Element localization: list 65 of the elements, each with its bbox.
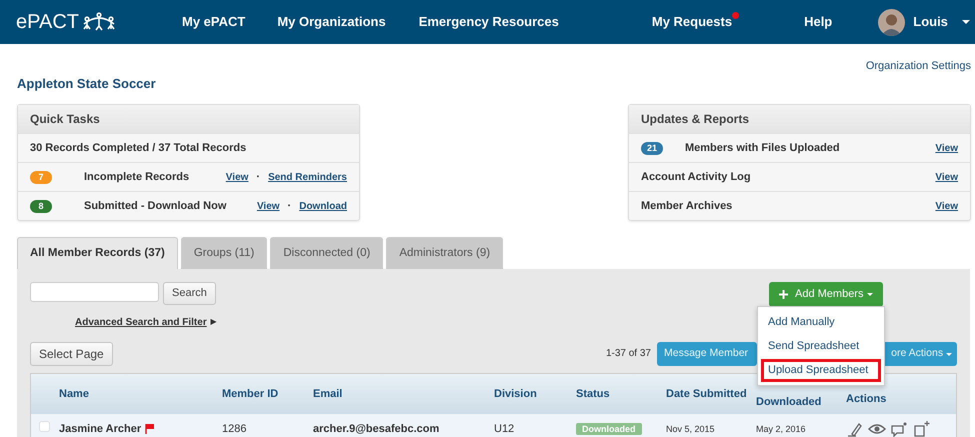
settings-link[interactable]: Organization Settings [866, 58, 971, 104]
column-header[interactable]: Email [313, 386, 494, 402]
nav-link[interactable]: Help [804, 12, 832, 32]
task-label: Submitted - Download Now [84, 198, 226, 214]
avatar[interactable] [878, 8, 906, 36]
search-button[interactable]: Search [163, 282, 216, 305]
nav-link[interactable]: Emergency Resources [418, 12, 559, 32]
pencil-icon[interactable] [846, 420, 864, 437]
advanced-search-link[interactable]: Advanced Search and Filter [75, 314, 207, 330]
member-name: Jasmine Archer [59, 422, 142, 436]
tab[interactable]: Disconnected (0) [270, 237, 384, 270]
count-badge: 7 [30, 170, 52, 184]
column-header[interactable]: Status [576, 386, 666, 402]
nav-link[interactable]: My Organizations [277, 12, 386, 32]
caret-icon [946, 352, 952, 356]
column-header[interactable]: Division [494, 386, 576, 402]
triangle-icon: ▶ [210, 316, 217, 328]
figures-icon [80, 12, 117, 32]
task-link[interactable]: Send Reminders [268, 170, 347, 184]
column-header[interactable]: Date Submitted [666, 386, 756, 402]
task-label: Incomplete Records [84, 170, 190, 185]
nav-link[interactable]: My ePACT [182, 12, 246, 32]
status-badge: Downloaded [576, 422, 642, 434]
brand-logo[interactable]: ePACT [16, 7, 79, 37]
email-address: archer.9@besafebc.com [313, 422, 440, 434]
view-link[interactable]: View [935, 198, 958, 214]
column-header[interactable]: Actions [846, 380, 946, 407]
summary-text: 30 Records Completed / 37 Total Records [30, 140, 246, 156]
task-link[interactable]: View [256, 198, 280, 214]
report-label: Member Archives [641, 198, 732, 214]
view-link[interactable]: View [935, 170, 958, 184]
column-header[interactable]: Name [59, 386, 222, 402]
caret-icon [866, 292, 873, 296]
user-name[interactable]: Louis [913, 12, 948, 32]
date-submitted: Nov 5, 2015 [666, 424, 715, 434]
comment-icon[interactable] [890, 420, 908, 437]
division: U12 [494, 422, 514, 434]
row-checkbox[interactable] [39, 420, 50, 432]
date-downloaded: May 2, 2016 [756, 424, 806, 434]
count-badge: 21 [641, 142, 663, 154]
nav-link[interactable]: My Requests [652, 12, 732, 32]
tab[interactable]: Administrators (9) [386, 237, 504, 270]
org-title: Appleton State Soccer [17, 75, 156, 93]
separator-dot: · [288, 198, 292, 214]
panel-title: Updates & Reports [629, 105, 970, 133]
separator-dot: · [256, 170, 260, 185]
search-field[interactable] [30, 282, 159, 302]
select-page-button[interactable]: Select Page [30, 342, 113, 366]
count-badge: 8 [30, 200, 52, 212]
task-link[interactable]: View [226, 170, 248, 184]
report-label: Account Activity Log [641, 170, 751, 185]
task-link[interactable]: Download [299, 198, 347, 214]
menu-item[interactable]: Add Manually [761, 311, 881, 334]
record-range: 1-37 of 37 [606, 347, 651, 362]
tab[interactable]: Groups (11) [180, 237, 268, 270]
caret-icon[interactable] [962, 20, 970, 24]
document-icon[interactable] [912, 420, 930, 437]
report-label: Members with Files Uploaded [685, 140, 840, 156]
member-id: 1286 [222, 422, 246, 434]
panel-title: Quick Tasks [18, 105, 359, 133]
menu-item[interactable]: Upload Spreadsheet [761, 358, 881, 382]
tab[interactable]: All Member Records (37) [17, 237, 178, 270]
plus-icon [779, 288, 788, 300]
column-header[interactable]: Member ID [222, 386, 313, 402]
view-link[interactable]: View [935, 140, 958, 156]
